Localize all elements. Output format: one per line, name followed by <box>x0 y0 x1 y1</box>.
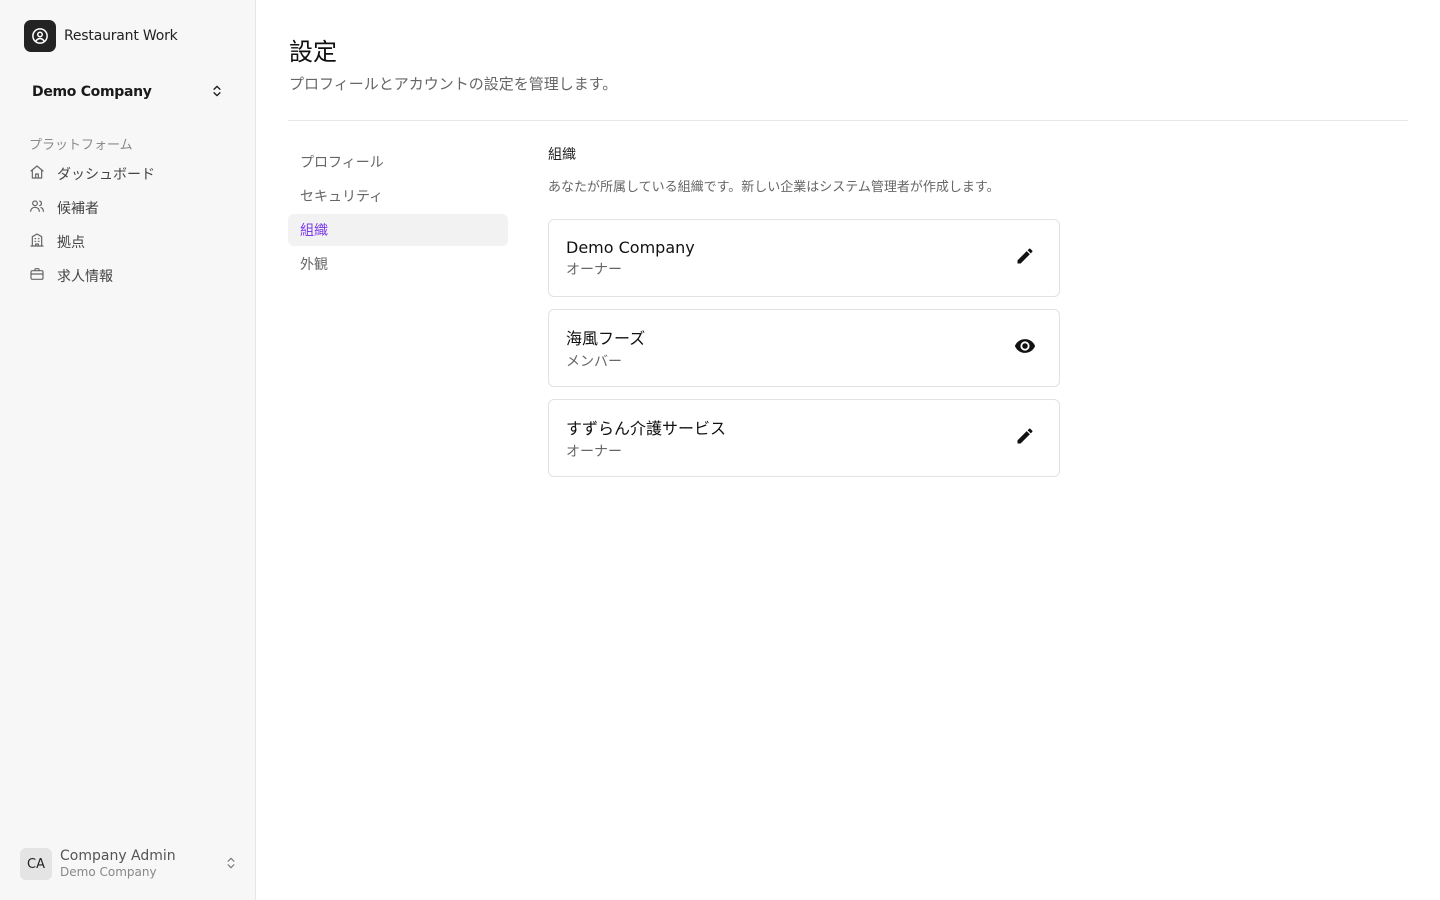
briefcase-icon <box>29 266 45 286</box>
organization-role: オーナー <box>566 444 622 460</box>
main-content: 設定 プロフィールとアカウントの設定を管理します。 プロフィール セキュリティ … <box>256 0 1440 900</box>
organization-name: Demo Company <box>566 237 695 257</box>
user-name: Company Admin <box>60 848 176 865</box>
brand[interactable]: Restaurant Work <box>24 20 178 52</box>
organization-card: Demo Company オーナー <box>548 219 1060 297</box>
settings-nav: プロフィール セキュリティ 組織 外観 <box>288 146 508 282</box>
pencil-icon <box>1015 426 1035 450</box>
organization-list: Demo Company オーナー 海風フーズ メンバー すずらん介護サービス … <box>548 219 1060 477</box>
users-icon <box>29 198 45 218</box>
organization-info: すずらん介護サービス オーナー <box>566 415 726 461</box>
pencil-icon <box>1015 246 1035 270</box>
organization-role: オーナー <box>566 261 622 278</box>
settings-tab-organizations[interactable]: 組織 <box>288 214 508 246</box>
eye-icon <box>1014 335 1036 361</box>
sidebar-item-dashboard[interactable]: ダッシュボード <box>20 157 236 191</box>
settings-tab-profile[interactable]: プロフィール <box>288 146 508 178</box>
edit-organization-button[interactable] <box>1011 424 1039 452</box>
edit-organization-button[interactable] <box>1011 244 1039 272</box>
divider <box>288 120 1408 121</box>
organization-name: すずらん介護サービス <box>566 419 727 438</box>
sidebar-item-candidates[interactable]: 候補者 <box>20 191 236 225</box>
organization-name: 海風フーズ <box>566 329 646 348</box>
organization-info: Demo Company オーナー <box>566 238 695 279</box>
user-menu[interactable]: CA Company Admin Demo Company <box>20 844 238 884</box>
sidebar-item-label: 拠点 <box>57 235 85 251</box>
sidebar-item-label: 求人情報 <box>57 269 113 285</box>
chevron-up-down-icon <box>210 83 224 102</box>
sidebar-item-jobs[interactable]: 求人情報 <box>20 259 236 293</box>
page-title: 設定 <box>289 38 337 66</box>
page-subtitle: プロフィールとアカウントの設定を管理します。 <box>289 75 618 93</box>
organizations-section: 組織 あなたが所属している組織です。新しい企業はシステム管理者が作成します。 D… <box>548 144 1060 489</box>
section-title: 組織 <box>548 147 576 163</box>
nav-section-title: プラットフォーム <box>29 138 133 153</box>
sidebar-item-locations[interactable]: 拠点 <box>20 225 236 259</box>
sidebar-item-label: 候補者 <box>57 201 99 217</box>
settings-tab-appearance[interactable]: 外観 <box>288 248 508 280</box>
building-icon <box>29 232 45 252</box>
organization-card: すずらん介護サービス オーナー <box>548 399 1060 477</box>
organization-card: 海風フーズ メンバー <box>548 309 1060 387</box>
company-switcher-label: Demo Company <box>32 84 152 100</box>
brand-name: Restaurant Work <box>64 28 178 44</box>
organization-info: 海風フーズ メンバー <box>566 325 645 371</box>
avatar: CA <box>20 848 52 880</box>
company-switcher[interactable]: Demo Company <box>20 74 236 110</box>
sidebar: Restaurant Work Demo Company プラットフォーム ダッ… <box>0 0 256 900</box>
user-company: Demo Company <box>60 865 157 880</box>
home-icon <box>29 164 45 184</box>
section-description: あなたが所属している組織です。新しい企業はシステム管理者が作成します。 <box>548 180 1000 195</box>
user-meta: Company Admin Demo Company <box>60 848 216 879</box>
sidebar-nav: ダッシュボード 候補者 拠点 求人情報 <box>20 157 236 293</box>
sidebar-item-label: ダッシュボード <box>57 167 155 183</box>
user-circle-icon <box>24 20 56 52</box>
settings-tab-security[interactable]: セキュリティ <box>288 180 508 212</box>
view-organization-button[interactable] <box>1011 334 1039 362</box>
organization-role: メンバー <box>566 354 622 370</box>
chevron-up-down-icon <box>224 855 238 874</box>
